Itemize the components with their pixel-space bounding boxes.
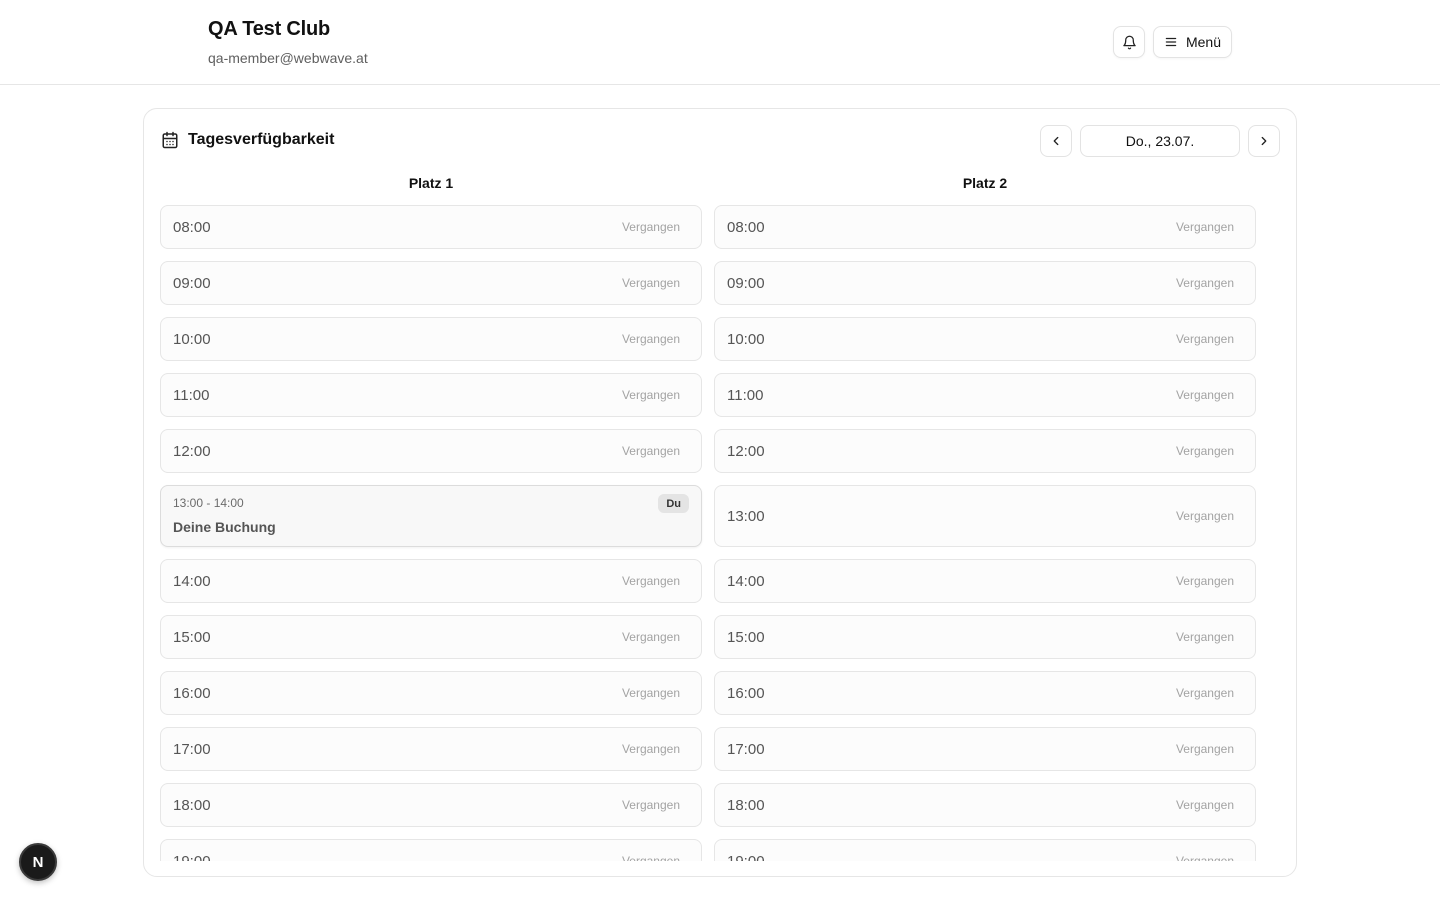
chevron-left-icon xyxy=(1053,136,1059,146)
previous-day-button[interactable] xyxy=(1040,125,1072,157)
court-1-slots: 08:00 Vergangen 09:00 Vergangen 10:00 Vergang… xyxy=(160,205,702,861)
slot-status: Vergangen xyxy=(1175,276,1234,290)
slot-time: 13:00 xyxy=(727,507,765,525)
club-name: QA Test Club xyxy=(208,18,331,40)
user-email: qa-member@webwave.at xyxy=(208,50,368,66)
time-slot[interactable]: 10:00 Vergangen xyxy=(714,317,1256,361)
card-title: Tagesverfügbarkeit xyxy=(161,131,334,149)
time-slot[interactable]: 08:00 Vergangen xyxy=(714,205,1256,249)
slot-time: 11:00 xyxy=(727,386,764,404)
slot-status: Vergangen xyxy=(1175,332,1234,346)
slot-status: Vergangen xyxy=(1175,630,1234,644)
slots-scroll-area[interactable]: 08:00 Vergangen 09:00 Vergangen 10:00 Vergang… xyxy=(160,205,1256,861)
slot-time: 15:00 xyxy=(727,628,765,646)
slot-status: Vergangen xyxy=(1175,509,1234,523)
slot-time: 14:00 xyxy=(173,572,211,590)
chevron-right-icon xyxy=(1261,136,1267,146)
card-title-text: Tagesverfügbarkeit xyxy=(188,131,335,148)
time-slot[interactable]: 11:00 Vergangen xyxy=(160,373,702,417)
court-2-slots: 08:00 Vergangen 09:00 Vergangen 10:00 Vergang… xyxy=(714,205,1256,861)
slot-status: Vergangen xyxy=(621,220,680,234)
time-slot[interactable]: 10:00 Vergangen xyxy=(160,317,702,361)
slot-time: 11:00 xyxy=(173,386,210,404)
slot-status: Vergangen xyxy=(621,574,680,588)
availability-card: Tagesverfügbarkeit Do., 23.07. Platz 1 P… xyxy=(143,108,1297,877)
time-slot[interactable]: 18:00 Vergangen xyxy=(160,783,702,827)
calendar-icon xyxy=(162,131,178,149)
slot-status: Vergangen xyxy=(621,388,680,402)
dev-tools-badge[interactable]: N xyxy=(19,843,57,881)
date-picker-button[interactable]: Do., 23.07. xyxy=(1080,125,1240,157)
slot-status: Vergangen xyxy=(1175,854,1234,861)
slot-status: Vergangen xyxy=(621,854,680,861)
time-slot[interactable]: 19:00 Vergangen xyxy=(714,839,1256,861)
hamburger-icon xyxy=(1165,37,1177,47)
booking-owner-badge: Du xyxy=(658,494,689,513)
slot-time: 17:00 xyxy=(173,740,211,758)
court-2-heading: Platz 2 xyxy=(962,175,1008,191)
slot-status: Vergangen xyxy=(1175,444,1234,458)
booking-time-range: 13:00 - 14:00 xyxy=(173,496,244,510)
slot-status: Vergangen xyxy=(621,686,680,700)
slot-status: Vergangen xyxy=(621,630,680,644)
slot-time: 10:00 xyxy=(173,330,211,348)
notifications-button[interactable] xyxy=(1113,26,1145,58)
slot-time: 10:00 xyxy=(727,330,765,348)
time-slot[interactable]: 15:00 Vergangen xyxy=(160,615,702,659)
slot-time: 08:00 xyxy=(173,218,211,236)
slot-time: 17:00 xyxy=(727,740,765,758)
own-booking-slot[interactable]: 13:00 - 14:00 Deine Buchung Du xyxy=(160,485,702,547)
slot-status: Vergangen xyxy=(621,742,680,756)
slot-status: Vergangen xyxy=(621,276,680,290)
slot-time: 18:00 xyxy=(727,796,765,814)
time-slot[interactable]: 12:00 Vergangen xyxy=(714,429,1256,473)
time-slot[interactable]: 15:00 Vergangen xyxy=(714,615,1256,659)
slot-status: Vergangen xyxy=(621,444,680,458)
court-1-heading: Platz 1 xyxy=(408,175,454,191)
slot-time: 14:00 xyxy=(727,572,765,590)
slot-status: Vergangen xyxy=(1175,798,1234,812)
slot-status: Vergangen xyxy=(621,798,680,812)
time-slot[interactable]: 16:00 Vergangen xyxy=(714,671,1256,715)
time-slot[interactable]: 19:00 Vergangen xyxy=(160,839,702,861)
next-day-button[interactable] xyxy=(1248,125,1280,157)
booking-label: Deine Buchung xyxy=(173,519,276,535)
time-slot[interactable]: 16:00 Vergangen xyxy=(160,671,702,715)
time-slot[interactable]: 14:00 Vergangen xyxy=(714,559,1256,603)
slot-status: Vergangen xyxy=(1175,686,1234,700)
slot-time: 19:00 xyxy=(727,852,765,862)
slot-status: Vergangen xyxy=(1175,220,1234,234)
time-slot[interactable]: 11:00 Vergangen xyxy=(714,373,1256,417)
slot-time: 08:00 xyxy=(727,218,765,236)
slot-time: 16:00 xyxy=(173,684,211,702)
time-slot[interactable]: 09:00 Vergangen xyxy=(714,261,1256,305)
time-slot[interactable]: 17:00 Vergangen xyxy=(160,727,702,771)
slot-time: 19:00 xyxy=(173,852,211,862)
slot-time: 09:00 xyxy=(727,274,765,292)
slot-status: Vergangen xyxy=(1175,388,1234,402)
bell-icon xyxy=(1122,35,1136,49)
slot-status: Vergangen xyxy=(1175,742,1234,756)
time-slot[interactable]: 18:00 Vergangen xyxy=(714,783,1256,827)
time-slot[interactable]: 09:00 Vergangen xyxy=(160,261,702,305)
app-header: QA Test Club qa-member@webwave.at Menü xyxy=(0,0,1440,85)
slot-status: Vergangen xyxy=(1175,574,1234,588)
slot-time: 09:00 xyxy=(173,274,211,292)
menu-button[interactable]: Menü xyxy=(1153,26,1232,58)
time-slot[interactable]: 08:00 Vergangen xyxy=(160,205,702,249)
slot-time: 12:00 xyxy=(727,442,765,460)
slot-status: Vergangen xyxy=(621,332,680,346)
slot-time: 18:00 xyxy=(173,796,211,814)
time-slot[interactable]: 12:00 Vergangen xyxy=(160,429,702,473)
slot-time: 15:00 xyxy=(173,628,211,646)
slot-time: 12:00 xyxy=(173,442,211,460)
time-slot[interactable]: 17:00 Vergangen xyxy=(714,727,1256,771)
time-slot[interactable]: 14:00 Vergangen xyxy=(160,559,702,603)
slot-time: 16:00 xyxy=(727,684,765,702)
time-slot[interactable]: 13:00 Vergangen xyxy=(714,485,1256,547)
menu-button-label: Menü xyxy=(1185,34,1222,50)
